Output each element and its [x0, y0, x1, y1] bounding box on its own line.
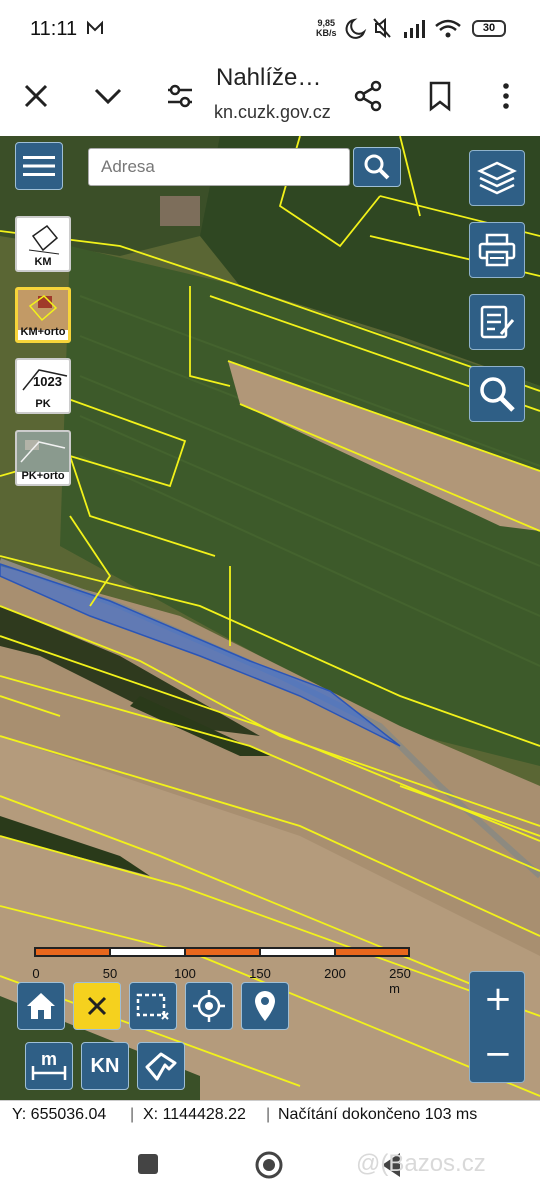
- kn-button[interactable]: KN: [81, 1042, 129, 1090]
- zoom-out-button[interactable]: −: [470, 1028, 526, 1084]
- land-register-orto-icon: [17, 432, 69, 472]
- map-canvas[interactable]: KM KM+orto 1023 PK PK+orto: [0, 136, 540, 1100]
- scale-label: 250 m: [389, 966, 411, 996]
- layer-pk-orto-label: PK+orto: [21, 470, 65, 482]
- place-marker-button[interactable]: [241, 982, 289, 1030]
- watermark: @(Bazos.cz: [356, 1150, 486, 1177]
- wifi-icon: [435, 19, 461, 38]
- chevron-down-icon[interactable]: [90, 78, 126, 114]
- zoom-in-button[interactable]: +: [470, 972, 526, 1028]
- load-status: Načítání dokončeno 103 ms: [278, 1106, 478, 1123]
- layer-km-label: KM: [34, 256, 52, 268]
- browser-toolbar: Nahlíže… kn.cuzk.gov.cz: [0, 58, 540, 136]
- close-icon[interactable]: [18, 78, 54, 114]
- scale-label: 150: [249, 966, 271, 981]
- close-icon: [87, 996, 107, 1016]
- layers-icon: [477, 161, 517, 195]
- layer-pk-button[interactable]: 1023 PK: [15, 358, 71, 414]
- locate-me-button[interactable]: [185, 982, 233, 1030]
- coordinate-bar: Y: 655036.04 | X: 1144428.22 | Načítání …: [0, 1100, 540, 1130]
- status-bar: 11:11 9,85 KB/s 30: [0, 0, 540, 58]
- zoom-controls: + −: [469, 971, 525, 1083]
- system-nav-bar: @(Bazos.cz: [0, 1130, 540, 1200]
- mute-icon: [373, 17, 391, 39]
- clear-selection-button[interactable]: [73, 982, 121, 1030]
- clock: 11:11: [30, 18, 78, 40]
- layer-km-orto-button[interactable]: KM+orto: [15, 287, 71, 343]
- search-button[interactable]: [353, 147, 401, 187]
- printer-icon: [478, 233, 516, 267]
- hamburger-icon: [23, 156, 55, 176]
- layer-pk-orto-button[interactable]: PK+orto: [15, 430, 71, 486]
- recents-icon[interactable]: [136, 1152, 160, 1176]
- network-speed-value: 9,85: [317, 18, 336, 28]
- land-register-icon: 1023: [22, 369, 68, 391]
- coordinate-x: X: 1144428.22: [143, 1106, 246, 1123]
- status-icons: [345, 17, 461, 39]
- network-speed: 9,85 KB/s: [316, 18, 337, 38]
- share-icon[interactable]: [350, 78, 386, 114]
- page-url[interactable]: kn.cuzk.gov.cz: [214, 102, 331, 123]
- selection-box-icon: [136, 993, 169, 1020]
- battery-indicator: 30: [472, 20, 506, 37]
- svg-text:1023: 1023: [33, 374, 62, 389]
- home-icon: [27, 993, 55, 1019]
- crosshair-icon: [193, 990, 225, 1022]
- more-options-icon[interactable]: [488, 78, 524, 114]
- cadastral-map-icon: [28, 224, 60, 255]
- kn-label: KN: [90, 1054, 120, 1077]
- layer-km-orto-label: KM+orto: [20, 326, 66, 338]
- separator: |: [266, 1106, 271, 1123]
- identify-button[interactable]: [469, 366, 525, 422]
- map-pin-icon: [255, 991, 275, 1021]
- layer-km-button[interactable]: KM: [15, 216, 71, 272]
- scale-label: 200: [324, 966, 346, 981]
- cadastral-orto-icon: [18, 290, 68, 330]
- mail-icon: [87, 20, 103, 34]
- separator: |: [130, 1106, 135, 1123]
- scale-bar: 0 50 100 150 200 250 m: [32, 946, 414, 996]
- scale-label: 50: [102, 966, 118, 981]
- signal-icon: [404, 20, 425, 38]
- home-nav-icon[interactable]: [254, 1150, 284, 1180]
- coordinate-y: Y: 655036.04: [12, 1106, 107, 1123]
- site-settings-icon[interactable]: [162, 78, 198, 114]
- network-speed-unit: KB/s: [316, 28, 337, 38]
- layers-button[interactable]: [469, 150, 525, 206]
- address-search-input[interactable]: [88, 148, 350, 186]
- scale-bar-graphic: [34, 947, 410, 957]
- parcel-shape-button[interactable]: [137, 1042, 185, 1090]
- print-button[interactable]: [469, 222, 525, 278]
- home-button[interactable]: [17, 982, 65, 1030]
- report-button[interactable]: [469, 294, 525, 350]
- svg-text:m: m: [41, 1049, 57, 1069]
- search-icon: [364, 154, 390, 180]
- menu-button[interactable]: [15, 142, 63, 190]
- moon-icon: [345, 18, 367, 39]
- layer-pk-label: PK: [35, 398, 51, 410]
- document-edit-icon: [480, 305, 515, 339]
- measure-button[interactable]: m: [25, 1042, 73, 1090]
- parcel-shape-icon: [145, 1052, 177, 1081]
- select-area-button[interactable]: [129, 982, 177, 1030]
- measure-icon: m: [31, 1049, 67, 1080]
- bookmark-icon[interactable]: [422, 78, 458, 114]
- magnifier-icon: [480, 377, 515, 412]
- screen: 11:11 9,85 KB/s 30 Nahlíže… kn.cuzk.gov.…: [0, 0, 540, 1200]
- scale-label: 100: [174, 966, 196, 981]
- scale-label: 0: [32, 966, 40, 981]
- page-title: Nahlíže…: [216, 64, 322, 91]
